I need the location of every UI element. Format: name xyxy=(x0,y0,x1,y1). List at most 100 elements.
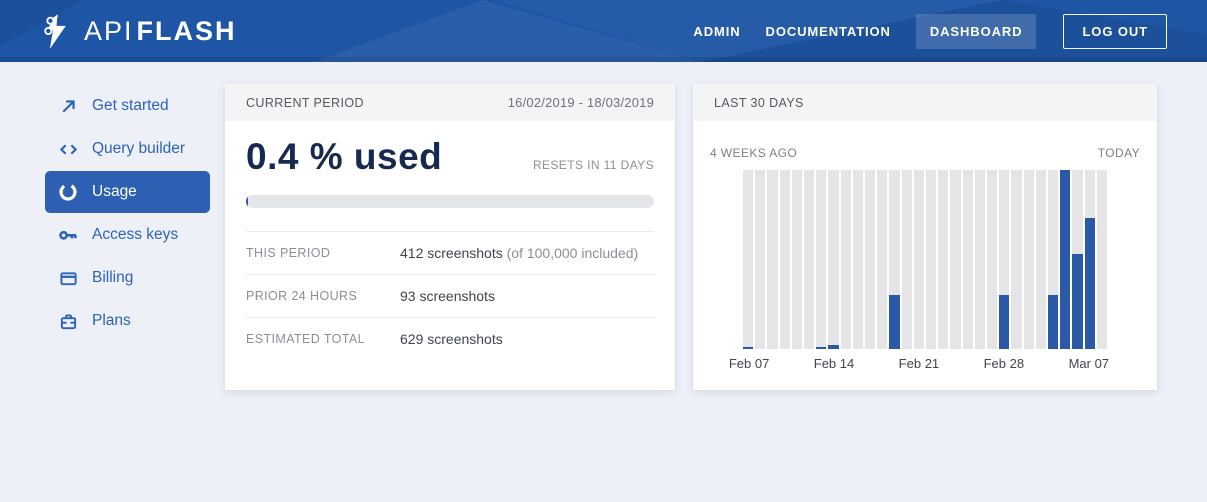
usage-row-label: PRIOR 24 HOURS xyxy=(246,289,358,304)
usage-card-body: 0.4 % used RESETS IN 11 DAYS THIS PERIOD… xyxy=(225,135,675,360)
chart-day-column xyxy=(889,170,900,349)
usage-row-note: (of 100,000 included) xyxy=(502,245,639,262)
usage-row-label: THIS PERIOD xyxy=(246,246,331,261)
sidebar-menu: Get started Query builder Usage Access keys… xyxy=(0,85,225,342)
nav-link-log-out[interactable]: LOG OUT xyxy=(1063,13,1167,49)
chart-day-column xyxy=(840,170,851,349)
chart-card-header: LAST 30 DAYS xyxy=(693,84,1157,121)
brand-name: API FLASH xyxy=(84,15,237,46)
chart-x-tick: Feb 21 xyxy=(898,356,940,371)
usage-row-prior-24-hours: PRIOR 24 HOURS 93 screenshots xyxy=(246,274,654,317)
sidebar: Get started Query builder Usage Access keys… xyxy=(0,62,225,343)
arrow-up-right-icon xyxy=(58,96,78,116)
sidebar-item-label: Query builder xyxy=(92,140,186,157)
chart-day-column xyxy=(974,170,986,349)
chart-day-bar xyxy=(816,347,827,349)
percent-used-headline: 0.4 % used xyxy=(246,136,443,177)
usage-row-value: 629 screenshots xyxy=(400,331,503,348)
chart-x-tick: Mar 07 xyxy=(1068,356,1110,371)
sidebar-item-label: Access keys xyxy=(92,226,179,243)
usage-card: CURRENT PERIOD 16/02/2019 - 18/03/2019 0… xyxy=(225,84,675,390)
sidebar-item-billing[interactable]: Billing xyxy=(45,257,210,299)
chart-day-column xyxy=(852,170,864,349)
nav-link-documentation[interactable]: DOCUMENTATION xyxy=(766,24,891,39)
usage-row-this-period: THIS PERIOD 412 screenshots (of 100,000 i… xyxy=(246,231,654,274)
sidebar-item-query-builder[interactable]: Query builder xyxy=(45,128,210,170)
chart-day-column xyxy=(1060,170,1071,349)
usage-card-title: CURRENT PERIOD xyxy=(246,95,364,110)
chart-day-column xyxy=(1023,170,1034,349)
chart-range-row: 4 WEEKS AGO TODAY xyxy=(710,146,1140,160)
sidebar-item-label: Billing xyxy=(92,269,134,286)
chart-day-bar xyxy=(1084,218,1095,349)
last-30-days-card: LAST 30 DAYS 4 WEEKS AGO TODAY Feb 07 Feb… xyxy=(693,84,1157,390)
current-period-dates: 16/02/2019 - 18/03/2019 xyxy=(507,95,654,110)
chart-day-column xyxy=(877,170,888,349)
chart-day-bar xyxy=(828,344,839,349)
briefcase-icon xyxy=(58,311,78,331)
chart-day-column xyxy=(926,170,937,349)
lightning-bolt-icon xyxy=(42,13,69,50)
chart-day-column xyxy=(1048,170,1059,349)
chart-day-column xyxy=(913,170,925,349)
key-icon xyxy=(58,225,78,245)
usage-row-value: 412 screenshots (of 100,000 included) xyxy=(400,245,639,262)
chart-day-bar xyxy=(1048,295,1059,349)
navbar-links: ADMIN DOCUMENTATION DASHBOARD LOG OUT xyxy=(693,13,1167,49)
chart-day-bar xyxy=(999,295,1010,349)
chart-day-column xyxy=(987,170,998,349)
chart-day-bar xyxy=(1072,254,1083,349)
chart-day-column xyxy=(816,170,827,349)
usage-card-header: CURRENT PERIOD 16/02/2019 - 18/03/2019 xyxy=(225,84,675,121)
chart-day-column xyxy=(791,170,803,349)
code-icon xyxy=(58,139,78,159)
range-start-label: 4 WEEKS AGO xyxy=(710,146,798,160)
chart-x-tick: Feb 07 xyxy=(728,356,770,371)
chart-day-column xyxy=(828,170,839,349)
chart-day-column xyxy=(1011,170,1022,349)
chart-day-column xyxy=(804,170,815,349)
top-navbar: API FLASH ADMIN DOCUMENTATION DASHBOARD LOG … xyxy=(0,0,1207,62)
nav-link-dashboard[interactable]: DASHBOARD xyxy=(915,13,1037,49)
chart-day-column xyxy=(755,170,766,349)
usage-row-value: 93 screenshots xyxy=(400,288,495,305)
sidebar-item-get-started[interactable]: Get started xyxy=(45,85,210,127)
usage-row-estimated-total: ESTIMATED TOTAL 629 screenshots xyxy=(246,317,654,360)
chart-day-column xyxy=(962,170,973,349)
chart-x-tick: Feb 28 xyxy=(983,356,1025,371)
chart-day-column xyxy=(865,170,876,349)
credit-card-icon xyxy=(58,268,78,288)
range-end-label: TODAY xyxy=(1097,146,1140,160)
resets-note: RESETS IN 11 DAYS xyxy=(532,158,654,173)
chart-day-bar xyxy=(889,295,900,349)
usage-progress-bar xyxy=(246,195,654,209)
chart-x-labels: Feb 07 Feb 14 Feb 21 Feb 28 Mar 07 xyxy=(729,356,1110,372)
chart-day-bar xyxy=(743,347,754,349)
usage-row-label: ESTIMATED TOTAL xyxy=(246,332,365,347)
chart-day-column xyxy=(1084,170,1095,349)
chart-day-column xyxy=(779,170,790,349)
sidebar-item-label: Get started xyxy=(92,97,169,114)
chart-card-title: LAST 30 DAYS xyxy=(714,95,804,110)
chart-day-column xyxy=(901,170,912,349)
apiflash-brand[interactable]: API FLASH xyxy=(42,13,237,50)
chart-day-column xyxy=(938,170,949,349)
chart-day-bar xyxy=(1060,170,1071,349)
nav-link-admin[interactable]: ADMIN xyxy=(693,24,740,39)
chart-day-column xyxy=(743,170,754,349)
sidebar-item-access-keys[interactable]: Access keys xyxy=(45,214,210,256)
sidebar-item-plans[interactable]: Plans xyxy=(45,300,210,342)
sidebar-item-label: Plans xyxy=(92,312,131,329)
chart-day-column xyxy=(950,170,961,349)
chart-day-column xyxy=(999,170,1010,349)
chart-day-column xyxy=(767,170,778,349)
usage-progress-fill xyxy=(246,195,248,209)
usage-rows: THIS PERIOD 412 screenshots (of 100,000 i… xyxy=(246,231,654,360)
spinner-circle-icon xyxy=(58,182,78,202)
main-content: CURRENT PERIOD 16/02/2019 - 18/03/2019 0… xyxy=(225,84,1157,390)
chart-day-column xyxy=(1096,170,1108,349)
chart-day-column xyxy=(1035,170,1047,349)
chart-day-column xyxy=(1072,170,1083,349)
sidebar-item-usage[interactable]: Usage xyxy=(45,171,210,213)
chart-plot xyxy=(743,170,1108,349)
